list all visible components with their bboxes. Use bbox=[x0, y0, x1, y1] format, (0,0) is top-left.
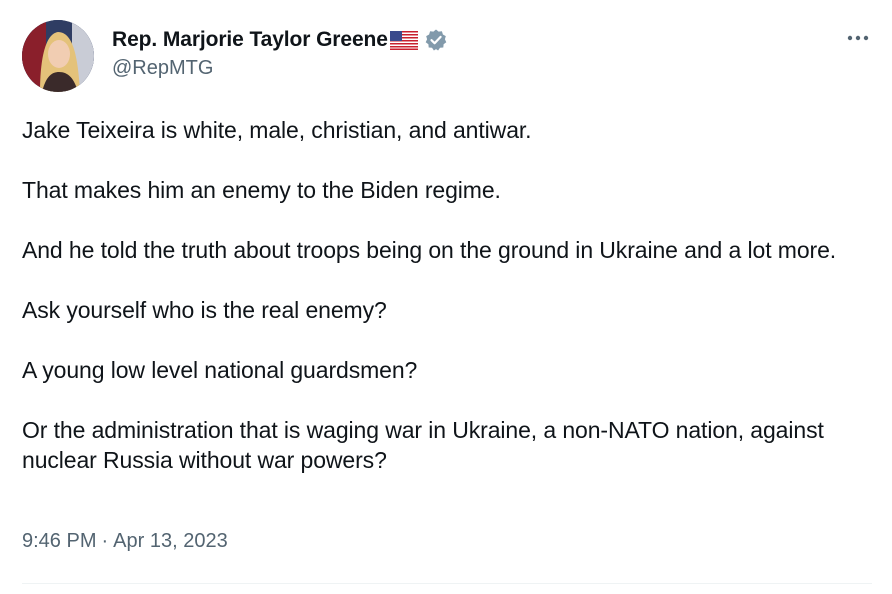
more-options-icon[interactable] bbox=[844, 24, 872, 52]
tweet-time[interactable]: 9:46 PM bbox=[22, 530, 96, 553]
tweet-date[interactable]: Apr 13, 2023 bbox=[113, 530, 228, 553]
tweet-paragraph: Jake Teixeira is white, male, christian,… bbox=[22, 117, 532, 143]
tweet-paragraph: And he told the truth about troops being… bbox=[22, 237, 837, 263]
verified-badge-icon[interactable] bbox=[424, 28, 448, 52]
tweet-timestamp: 9:46 PM · Apr 13, 2023 bbox=[22, 530, 228, 553]
name-row: Rep. Marjorie Taylor Greene bbox=[112, 26, 448, 54]
tweet-paragraph: Or the administration that is waging war… bbox=[22, 417, 824, 473]
tweet-paragraph: That makes him an enemy to the Biden reg… bbox=[22, 177, 501, 203]
divider bbox=[22, 583, 872, 584]
tweet-card: Rep. Marjorie Taylor Greene @RepMTG Jake… bbox=[0, 0, 892, 594]
tweet-header: Rep. Marjorie Taylor Greene @RepMTG bbox=[22, 20, 872, 92]
tweet-paragraph: Ask yourself who is the real enemy? bbox=[22, 297, 387, 323]
tweet-text: Jake Teixeira is white, male, christian,… bbox=[22, 115, 872, 505]
tweet-paragraph: A young low level national guardsmen? bbox=[22, 357, 418, 383]
author-info: Rep. Marjorie Taylor Greene @RepMTG bbox=[112, 26, 448, 80]
avatar[interactable] bbox=[22, 20, 94, 92]
author-name[interactable]: Rep. Marjorie Taylor Greene bbox=[112, 28, 388, 52]
us-flag-icon bbox=[389, 30, 418, 50]
timestamp-separator: · bbox=[101, 530, 109, 552]
author-handle[interactable]: @RepMTG bbox=[112, 57, 448, 80]
